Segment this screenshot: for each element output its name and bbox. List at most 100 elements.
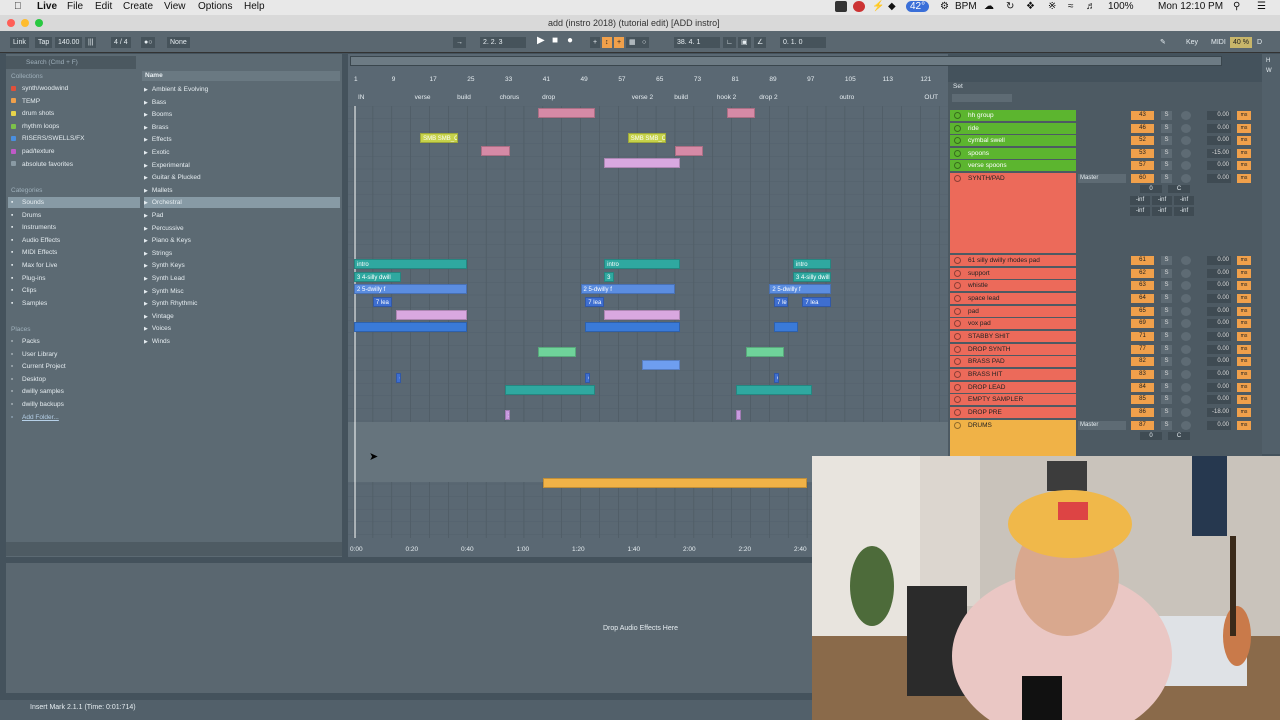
- clip[interactable]: [396, 309, 468, 320]
- loop-start[interactable]: 38. 4. 1: [674, 37, 720, 48]
- arm-button[interactable]: [1181, 281, 1191, 290]
- track-fold-icon[interactable]: [954, 346, 961, 353]
- place-item[interactable]: ▫ dwilly samples: [8, 386, 64, 397]
- clip-intro[interactable]: intro: [792, 259, 831, 270]
- arm-button[interactable]: [1181, 149, 1191, 158]
- clip[interactable]: [538, 108, 595, 118]
- track-volume[interactable]: 69: [1131, 319, 1154, 328]
- browser-name-item[interactable]: ▶ Strings: [144, 248, 340, 259]
- track-fold-icon[interactable]: [954, 150, 961, 157]
- locator-marker[interactable]: IN: [358, 94, 365, 101]
- zoom-icon[interactable]: [35, 19, 43, 27]
- ms-button[interactable]: ms: [1237, 111, 1251, 120]
- track-fold-icon[interactable]: [954, 320, 961, 327]
- solo-button[interactable]: S: [1161, 395, 1172, 404]
- track-pan[interactable]: 0.00: [1207, 421, 1231, 430]
- ms-button[interactable]: ms: [1237, 395, 1251, 404]
- quantize-select[interactable]: None: [167, 37, 190, 48]
- solo-button[interactable]: S: [1161, 357, 1172, 366]
- clip-smb[interactable]: SMB SMB_C: [627, 133, 666, 144]
- track-header[interactable]: DRUMS: [950, 420, 1076, 456]
- arm-button[interactable]: [1181, 111, 1191, 120]
- locator-marker[interactable]: build: [674, 94, 688, 101]
- name-column-header[interactable]: Name: [142, 71, 340, 81]
- bolt-icon[interactable]: ⚡: [872, 1, 884, 12]
- output-select[interactable]: Master: [1078, 421, 1126, 430]
- track-volume[interactable]: 53: [1131, 149, 1154, 158]
- wifi-icon[interactable]: ≈: [1068, 1, 1074, 12]
- clip[interactable]: [726, 108, 756, 118]
- browser-name-item[interactable]: ▶ Effects: [144, 134, 340, 145]
- browser-name-item[interactable]: ▶ Booms: [144, 109, 340, 120]
- clip-one[interactable]: 1: [736, 410, 742, 421]
- solo-button[interactable]: S: [1161, 256, 1172, 265]
- solo-button[interactable]: S: [1161, 370, 1172, 379]
- play-icon[interactable]: ▶: [534, 35, 548, 46]
- track-pan[interactable]: 0.00: [1207, 161, 1231, 170]
- track-fold-icon[interactable]: [954, 270, 961, 277]
- solo-button[interactable]: S: [1161, 174, 1172, 183]
- clip-intro[interactable]: intro: [604, 259, 680, 270]
- arm-button[interactable]: [1181, 395, 1191, 404]
- solo-button[interactable]: S: [1161, 111, 1172, 120]
- expand-arrow-icon[interactable]: ▶: [144, 226, 148, 232]
- solo-button[interactable]: S: [1161, 383, 1172, 392]
- clip-intro[interactable]: intro: [354, 259, 468, 270]
- track-fold-icon[interactable]: [954, 125, 961, 132]
- track-header[interactable]: vox pad: [950, 318, 1076, 329]
- nudge-icon[interactable]: |||: [85, 37, 97, 48]
- browser-name-item[interactable]: ▶ Mallets: [144, 185, 340, 196]
- expand-arrow-icon[interactable]: ▶: [144, 339, 148, 345]
- category-plug-ins[interactable]: ▪ Plug-ins: [8, 273, 140, 284]
- track-pan[interactable]: 0.00: [1207, 370, 1231, 379]
- track-fold-icon[interactable]: [954, 295, 961, 302]
- ms-button[interactable]: ms: [1237, 269, 1251, 278]
- category-samples[interactable]: ▪ Samples: [8, 298, 140, 309]
- clip-c[interactable]: C: [774, 372, 779, 383]
- track-fold-icon[interactable]: [954, 333, 961, 340]
- track-header[interactable]: cymbal swell: [950, 135, 1076, 146]
- link-button[interactable]: Link: [10, 37, 29, 48]
- track-volume[interactable]: 71: [1131, 332, 1154, 341]
- loop-length[interactable]: 0. 1. 0: [780, 37, 826, 48]
- track-fold-icon[interactable]: [954, 175, 961, 182]
- arm-button[interactable]: [1181, 421, 1191, 430]
- track-fold-icon[interactable]: [954, 137, 961, 144]
- pan-value[interactable]: 0: [1140, 185, 1162, 193]
- metronome-icon[interactable]: ●○: [141, 37, 156, 48]
- menu-file[interactable]: File: [67, 1, 83, 12]
- solo-button[interactable]: S: [1161, 332, 1172, 341]
- track-header[interactable]: BRASS PAD: [950, 356, 1076, 367]
- browser-name-item[interactable]: ▶ Synth Lead: [144, 273, 340, 284]
- temperature-badge[interactable]: 42°: [906, 1, 930, 12]
- track-pan[interactable]: 0.00: [1207, 124, 1231, 133]
- track-volume[interactable]: 83: [1131, 370, 1154, 379]
- clip[interactable]: [354, 322, 468, 333]
- ms-button[interactable]: ms: [1237, 174, 1251, 183]
- capture-icon[interactable]: ▦: [626, 37, 639, 48]
- locator-lane[interactable]: IN verse build chorus drop verse 2 build hook 2…: [348, 92, 948, 104]
- track-volume[interactable]: 87: [1131, 421, 1154, 430]
- track-header[interactable]: whistle: [950, 280, 1076, 291]
- expand-arrow-icon[interactable]: ▶: [144, 314, 148, 320]
- browser-name-item[interactable]: ▶ Guitar & Plucked: [144, 172, 340, 183]
- minimize-icon[interactable]: [21, 19, 29, 27]
- expand-arrow-icon[interactable]: ▶: [144, 326, 148, 332]
- clip[interactable]: [585, 322, 680, 333]
- status-icon[interactable]: [835, 1, 847, 12]
- track-pan[interactable]: -15.00: [1207, 149, 1231, 158]
- locator-marker[interactable]: verse: [415, 94, 431, 101]
- ms-button[interactable]: ms: [1237, 307, 1251, 316]
- gear-icon[interactable]: ⚙: [940, 1, 949, 12]
- clip[interactable]: [538, 347, 576, 358]
- collection-item[interactable]: pad/texture: [11, 146, 55, 157]
- clip[interactable]: [745, 347, 784, 358]
- solo-button[interactable]: S: [1161, 161, 1172, 170]
- ms-button[interactable]: ms: [1237, 357, 1251, 366]
- tempo-field[interactable]: 140.00: [55, 37, 83, 48]
- track-pan[interactable]: 0.00: [1207, 256, 1231, 265]
- locator-marker[interactable]: verse 2: [632, 94, 653, 101]
- solo-button[interactable]: S: [1161, 269, 1172, 278]
- device-view[interactable]: Drop Audio Effects Here: [6, 563, 812, 693]
- collection-item[interactable]: synth/woodwind: [11, 83, 68, 94]
